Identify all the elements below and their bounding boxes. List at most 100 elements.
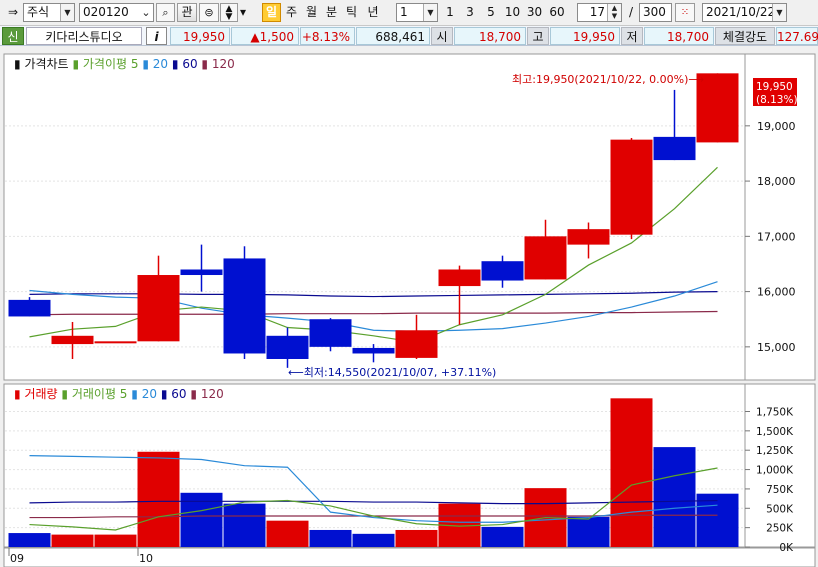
volume-bar <box>309 529 352 547</box>
volume-tick-label: 1,750K <box>756 406 794 418</box>
candle-body <box>309 319 352 347</box>
volume-bar <box>395 529 438 547</box>
volume-bar <box>137 451 180 547</box>
credit-badge: 신 <box>2 27 24 45</box>
low-price: 18,700 <box>644 27 714 45</box>
quote-bar: 신 키다리스튜디오 i 19,950 ▲1,500 +8.13% 688,461… <box>0 26 818 46</box>
period-week-button[interactable]: 주 <box>282 3 301 22</box>
volume-tick-label: 1,250K <box>756 445 794 457</box>
volume-bar <box>610 398 653 547</box>
quick-count-3[interactable]: 3 <box>461 3 479 22</box>
candle-body <box>352 347 395 354</box>
volume-bar <box>94 534 137 547</box>
candle-body <box>610 139 653 235</box>
related-button[interactable]: 관 <box>177 3 197 22</box>
quick-count-10[interactable]: 10 <box>502 3 523 22</box>
period-day-button[interactable]: 일 <box>262 3 281 22</box>
period-unit-value: 1 <box>400 5 408 19</box>
legend-price-marker: ▮ <box>14 57 21 71</box>
stock-name: 키다리스튜디오 <box>26 27 142 45</box>
count-separator: / <box>628 5 634 19</box>
search-icon[interactable]: ⌕ <box>156 3 175 22</box>
legend-price-chart: 가격차트 <box>24 57 68 71</box>
period-tick-button[interactable]: 틱 <box>342 3 361 22</box>
volume-legend: ▮ 거래량 ▮ 거래이평 5 ▮ 20 ▮ 60 ▮ 120 <box>14 387 224 401</box>
legend-ma5-marker: ▮ <box>72 57 79 71</box>
legend-vol-ma5: 거래이평 5 <box>72 387 128 401</box>
count-stepper-icon[interactable]: ▲ ▼ <box>607 4 621 21</box>
volume-bar <box>223 503 266 547</box>
dropdown-arrow-icon[interactable]: ▾ <box>240 3 254 22</box>
market-select[interactable]: 주식 ▼ <box>23 3 75 22</box>
legend-vma60-marker: ▮ <box>161 387 168 401</box>
trade-volume: 688,461 <box>356 27 430 45</box>
legend-ma60-marker: ▮ <box>172 57 179 71</box>
x-tick-label: 10 <box>139 552 153 565</box>
quick-count-5[interactable]: 5 <box>481 3 501 22</box>
price-tick-label: 19,000 <box>757 120 796 133</box>
period-unit-select[interactable]: 1 ▼ <box>396 3 438 22</box>
legend-vol-ma60: 60 <box>171 387 186 401</box>
volume-tick-label: 0K <box>779 542 794 554</box>
period-year-button[interactable]: 년 <box>362 3 384 22</box>
candle-body <box>223 258 266 354</box>
x-tick-label: 09 <box>10 552 24 565</box>
volume-tick-label: 250K <box>766 523 794 535</box>
price-tick-label: 18,000 <box>757 175 796 188</box>
volume-bar <box>266 520 309 547</box>
stock-code-input[interactable]: 020120 ⌄ <box>79 3 154 22</box>
period-minute-button[interactable]: 분 <box>322 3 341 22</box>
candle-body <box>524 236 567 280</box>
menu-arrow-icon[interactable]: ⇒ <box>3 3 23 22</box>
cycle-icon[interactable]: ⊜ <box>199 3 219 22</box>
candle-body <box>266 335 309 360</box>
legend-price-ma120: 120 <box>212 57 235 71</box>
legend-volume-marker: ▮ <box>14 387 21 401</box>
info-button[interactable]: i <box>146 27 167 45</box>
volume-tick-label: 750K <box>766 484 794 496</box>
change-percent: +8.13% <box>300 27 355 45</box>
chevron-down-icon: ▼ <box>423 4 437 21</box>
display-count-input[interactable]: 17 ▲ ▼ <box>577 3 622 22</box>
candle-body <box>481 261 524 281</box>
chevron-down-icon: ⌄ <box>139 4 153 21</box>
stock-chart[interactable]: 15,000 16,000 17,000 18,000 19,000 0K 250K 500… <box>0 46 818 567</box>
volume-bar <box>51 534 94 547</box>
legend-vma20-marker: ▮ <box>131 387 138 401</box>
settings-grid-icon[interactable]: ⁙ <box>675 3 695 22</box>
price-tick-label: 16,000 <box>757 286 796 299</box>
price-tick-label: 15,000 <box>757 341 796 354</box>
low-label: 저 <box>621 27 643 45</box>
volume-bar <box>653 447 696 547</box>
strength-label: 체결강도 <box>715 27 775 45</box>
stock-code-value: 020120 <box>83 5 129 19</box>
candle-body <box>137 275 180 342</box>
volume-bar <box>481 526 524 547</box>
total-count-input[interactable]: 300 <box>639 3 672 22</box>
volume-bar <box>696 493 739 547</box>
legend-vol-ma120: 120 <box>201 387 224 401</box>
volume-bar <box>567 516 610 547</box>
market-select-value: 주식 <box>27 5 50 19</box>
chart-area: 15,000 16,000 17,000 18,000 19,000 0K 250K 500… <box>0 46 818 567</box>
period-month-button[interactable]: 월 <box>302 3 321 22</box>
quick-count-60[interactable]: 60 <box>546 3 568 22</box>
open-label: 시 <box>431 27 453 45</box>
legend-price-ma60: 60 <box>182 57 197 71</box>
legend-vma120-marker: ▮ <box>190 387 197 401</box>
legend-vma5-marker: ▮ <box>61 387 68 401</box>
legend-vol-ma20: 20 <box>142 387 157 401</box>
candle-body <box>567 229 610 245</box>
prev-next-stepper[interactable]: ▲ ▼ <box>220 3 238 22</box>
quick-count-1[interactable]: 1 <box>441 3 459 22</box>
strength-value: 127.69 <box>776 27 818 45</box>
chevron-down-icon: ▼ <box>60 4 74 21</box>
x-axis-strip <box>3 547 816 567</box>
quick-count-30[interactable]: 30 <box>524 3 545 22</box>
legend-volume: 거래량 <box>24 387 57 401</box>
volume-tick-label: 1,000K <box>756 465 794 477</box>
chevron-down-icon: ▼ <box>772 4 786 21</box>
high-label: 고 <box>527 27 549 45</box>
candle-body <box>51 335 94 345</box>
date-picker[interactable]: 2021/10/22 ▼ <box>702 3 787 22</box>
